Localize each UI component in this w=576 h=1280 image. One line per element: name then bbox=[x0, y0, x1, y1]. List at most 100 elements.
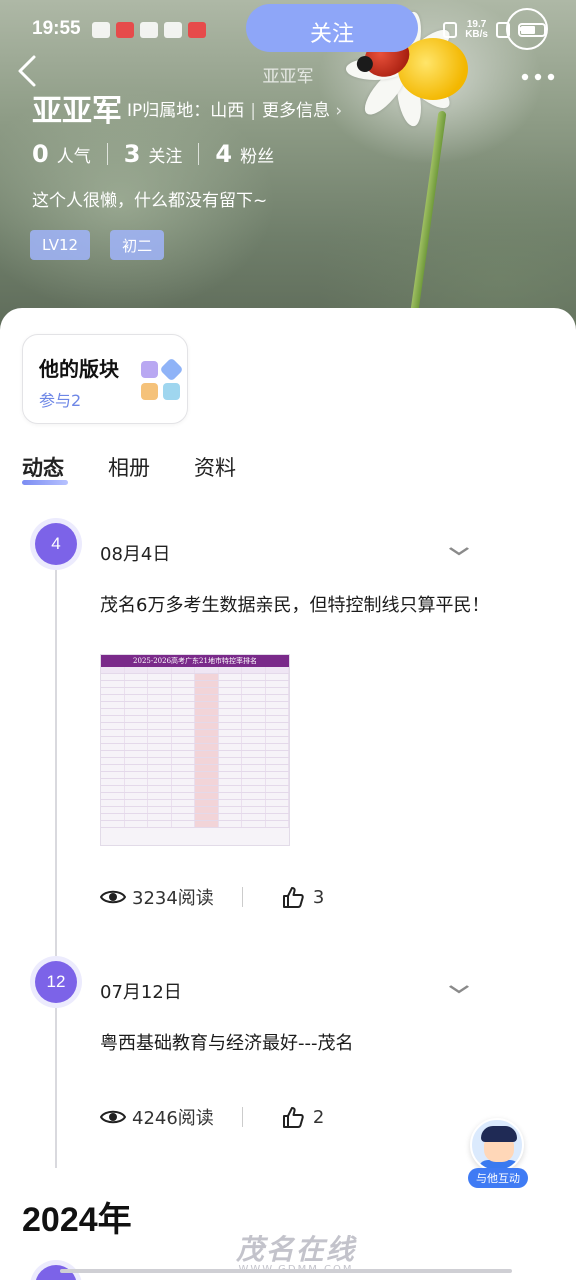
divider bbox=[106, 143, 108, 165]
image-table-row bbox=[101, 681, 289, 688]
board-subtitle: 参与2 bbox=[39, 391, 82, 410]
like-count: 3 bbox=[312, 886, 325, 908]
eye-icon bbox=[100, 1110, 126, 1124]
image-table-row bbox=[101, 758, 289, 765]
post-text: 粤西基础教育与经济最好---茂名 bbox=[100, 1033, 354, 1054]
image-table-row bbox=[101, 716, 289, 723]
image-table-row bbox=[101, 800, 289, 807]
grade-badge: 初二 bbox=[110, 230, 165, 260]
tab-posts[interactable]: 动态 bbox=[22, 452, 68, 485]
board-card[interactable]: 他的版块 参与2 bbox=[22, 334, 188, 424]
watermark-text: 茂名在线 bbox=[235, 1233, 356, 1266]
stat-following[interactable]: 3 关注 bbox=[124, 140, 183, 168]
date-day: 4 bbox=[35, 523, 77, 565]
user-name: 亚亚军 bbox=[32, 94, 122, 129]
more-icon[interactable] bbox=[520, 56, 556, 89]
like-count: 2 bbox=[312, 1106, 325, 1128]
divider bbox=[241, 887, 243, 907]
image-table-row bbox=[101, 807, 289, 814]
stat-number: 4 bbox=[215, 140, 233, 168]
profile-tabs: 动态 相册 资料 bbox=[22, 452, 236, 485]
image-table-row bbox=[101, 772, 289, 779]
stat-popularity[interactable]: 0 人气 bbox=[32, 140, 91, 168]
post-image[interactable]: 2025-2026高考广东21地市特控率排名 bbox=[100, 654, 290, 846]
app-notification-icon bbox=[188, 22, 206, 38]
post-text: 茂名6万多考生数据亲民，但特控制线只算平民！ bbox=[100, 595, 490, 616]
chat-icon[interactable] bbox=[506, 8, 548, 50]
year-heading: 2024年 bbox=[22, 1201, 132, 1239]
profile-header: 19:55 关注 19.7 KB/s 亚亚军 亚亚军 IP归属地：山西 | 更多… bbox=[0, 0, 576, 340]
view-count: 3234阅读 bbox=[132, 888, 214, 909]
view-count: 4246阅读 bbox=[132, 1108, 214, 1129]
level-badge: LV12 bbox=[30, 230, 91, 260]
chevron-down-icon[interactable] bbox=[448, 540, 470, 561]
board-title: 他的版块 bbox=[39, 357, 119, 381]
date-day: 12 bbox=[35, 961, 77, 1003]
stat-label: 人气 bbox=[56, 147, 91, 167]
post-date: 07月12日 bbox=[100, 982, 182, 1003]
image-table-row bbox=[101, 695, 289, 702]
user-bio: 这个人很懒，什么都没有留下~ bbox=[32, 191, 268, 211]
image-title: 2025-2026高考广东21地市特控率排名 bbox=[101, 655, 289, 667]
divider bbox=[241, 1107, 243, 1127]
ip-location: IP归属地：山西 bbox=[127, 101, 245, 121]
image-table-row bbox=[101, 730, 289, 737]
interact-button[interactable]: 与他互动 bbox=[468, 1118, 528, 1190]
app-notification-icon bbox=[164, 22, 182, 38]
thumbs-up-icon[interactable] bbox=[281, 885, 305, 909]
date-badge: 12 bbox=[30, 956, 82, 1008]
tab-album[interactable]: 相册 bbox=[108, 452, 150, 482]
timeline-line bbox=[55, 558, 57, 1168]
image-table-row bbox=[101, 779, 289, 786]
image-table-row bbox=[101, 667, 289, 674]
divider bbox=[198, 143, 200, 165]
divider: | bbox=[250, 101, 256, 121]
date-badge: 4 bbox=[30, 518, 82, 570]
image-table-row bbox=[101, 709, 289, 716]
chevron-down-icon[interactable] bbox=[448, 978, 470, 999]
notification-icons bbox=[92, 22, 206, 38]
stat-label: 粉丝 bbox=[240, 147, 275, 167]
post-meta: 3234阅读 3 bbox=[100, 884, 324, 910]
app-notification-icon bbox=[92, 22, 110, 38]
nav-title: 亚亚军 bbox=[262, 67, 314, 87]
net-speed: 19.7 KB/s bbox=[465, 20, 488, 40]
site-watermark: 茂名在线 WWW.GDMM.COM bbox=[196, 1228, 396, 1275]
home-indicator bbox=[60, 1269, 512, 1273]
image-table-row bbox=[101, 723, 289, 730]
image-table-row bbox=[101, 688, 289, 695]
image-table-row bbox=[101, 737, 289, 744]
status-time: 19:55 bbox=[32, 18, 81, 39]
follow-button[interactable]: 关注 bbox=[246, 4, 418, 52]
stat-label: 关注 bbox=[148, 147, 183, 167]
eye-icon bbox=[100, 890, 126, 904]
image-table-row bbox=[101, 786, 289, 793]
stat-followers[interactable]: 4 粉丝 bbox=[215, 140, 274, 168]
user-stats: 0 人气 3 关注 4 粉丝 bbox=[32, 140, 274, 168]
user-tags: LV12 初二 bbox=[30, 230, 165, 260]
post-meta: 4246阅读 2 bbox=[100, 1104, 324, 1130]
apps-icon bbox=[141, 357, 184, 401]
post-date: 08月4日 bbox=[100, 544, 171, 565]
stat-number: 0 bbox=[32, 140, 49, 168]
status-bar: 19:55 关注 19.7 KB/s bbox=[0, 4, 576, 52]
flower-stem bbox=[409, 110, 447, 320]
stat-number: 3 bbox=[123, 140, 141, 168]
image-table-row bbox=[101, 793, 289, 800]
app-notification-icon bbox=[116, 22, 134, 38]
image-table-row bbox=[101, 814, 289, 821]
user-ip-info: IP归属地：山西 | 更多信息 › bbox=[127, 96, 342, 121]
net-speed-unit: KB/s bbox=[465, 29, 488, 40]
more-info-link[interactable]: 更多信息 bbox=[262, 101, 330, 121]
image-table-row bbox=[101, 765, 289, 772]
thumbs-up-icon[interactable] bbox=[281, 1105, 305, 1129]
chevron-right-icon: › bbox=[330, 101, 343, 121]
avatar bbox=[470, 1118, 524, 1172]
image-table-row bbox=[101, 674, 289, 681]
image-table-row bbox=[101, 744, 289, 751]
vibrate-icon bbox=[443, 22, 458, 38]
app-notification-icon bbox=[140, 22, 158, 38]
tab-profile[interactable]: 资料 bbox=[194, 452, 236, 482]
image-table-row bbox=[101, 751, 289, 758]
interact-label: 与他互动 bbox=[468, 1168, 528, 1188]
